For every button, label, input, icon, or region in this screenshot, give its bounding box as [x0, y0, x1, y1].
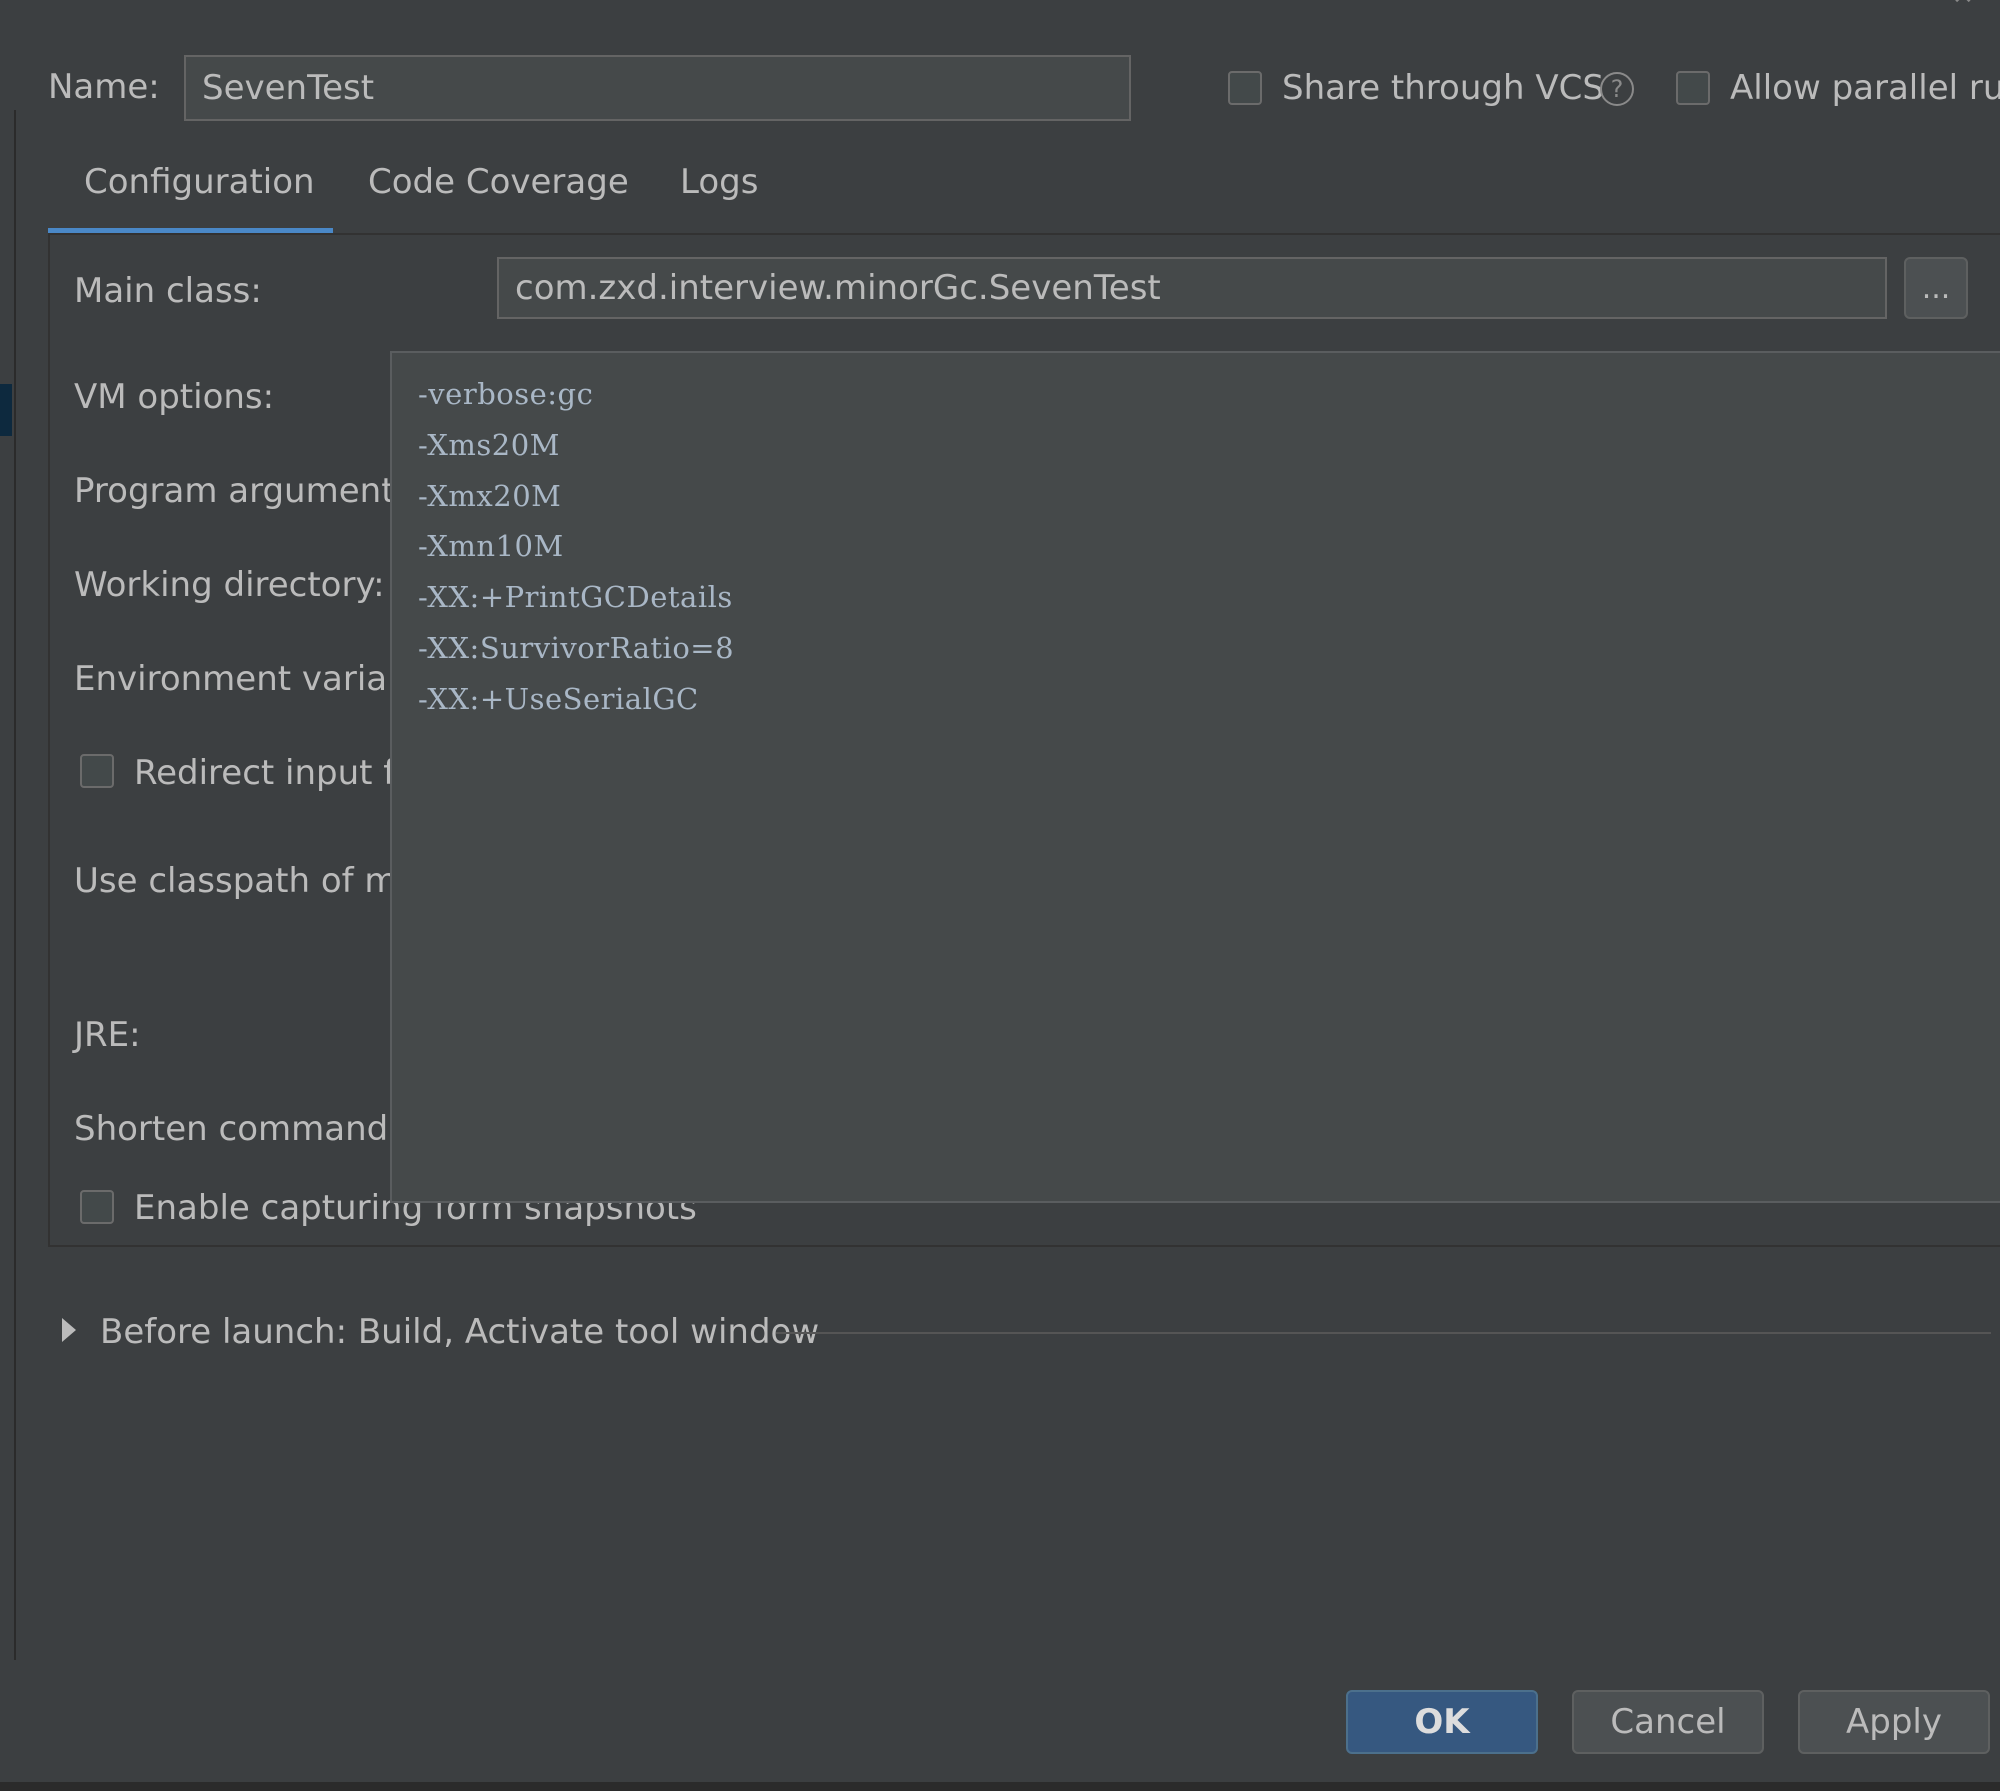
cancel-button[interactable]: Cancel — [1572, 1690, 1764, 1754]
before-launch-divider — [776, 1332, 1991, 1334]
name-input[interactable]: SevenTest — [184, 55, 1131, 121]
browse-main-class-button[interactable]: ... — [1904, 257, 1968, 319]
name-label: Name: — [48, 67, 160, 107]
tab-code-coverage[interactable]: Code Coverage — [368, 162, 629, 202]
tab-configuration[interactable]: Configuration — [84, 162, 315, 202]
main-class-input[interactable]: com.zxd.interview.minorGc.SevenTest — [497, 257, 1887, 319]
vm-option-line: -XX:+PrintGCDetails — [418, 580, 733, 614]
vm-option-line: -Xms20M — [418, 428, 560, 462]
allow-parallel-checkbox[interactable] — [1676, 71, 1710, 105]
enable-capturing-checkbox[interactable] — [80, 1190, 114, 1224]
redirect-input-checkbox[interactable] — [80, 754, 114, 788]
apply-button[interactable]: Apply — [1798, 1690, 1990, 1754]
vm-option-line: -verbose:gc — [418, 377, 594, 411]
allow-parallel-label: Allow parallel run — [1730, 68, 2000, 108]
vm-options-expanded-editor[interactable]: -verbose:gc -Xms20M -Xmx20M -Xmn10M -XX:… — [390, 351, 2000, 1203]
vm-options-label: VM options: — [74, 377, 275, 417]
vm-option-line: -Xmx20M — [418, 479, 562, 513]
triangle-right-icon[interactable] — [62, 1318, 76, 1342]
tab-logs[interactable]: Logs — [680, 162, 758, 202]
left-panel-selection[interactable] — [0, 384, 12, 436]
bottom-edge — [0, 1782, 2000, 1791]
share-vcs-label: Share through VCS — [1282, 68, 1604, 108]
before-launch-label[interactable]: Before launch: Build, Activate tool wind… — [100, 1312, 819, 1352]
jre-label: JRE: — [74, 1015, 141, 1055]
close-icon[interactable]: ✕ — [1952, 0, 1982, 6]
left-panel-edge — [0, 110, 16, 1660]
vm-option-line: -Xmn10M — [418, 529, 564, 563]
vm-option-line: -XX:+UseSerialGC — [418, 682, 699, 716]
program-arguments-label: Program arguments: — [74, 471, 424, 511]
working-directory-label: Working directory: — [74, 565, 385, 605]
ok-button[interactable]: OK — [1346, 1690, 1538, 1754]
main-class-label: Main class: — [74, 271, 262, 311]
share-vcs-checkbox[interactable] — [1228, 71, 1262, 105]
vm-option-line: -XX:SurvivorRatio=8 — [418, 631, 735, 665]
question-circle-icon[interactable]: ? — [1600, 72, 1634, 106]
